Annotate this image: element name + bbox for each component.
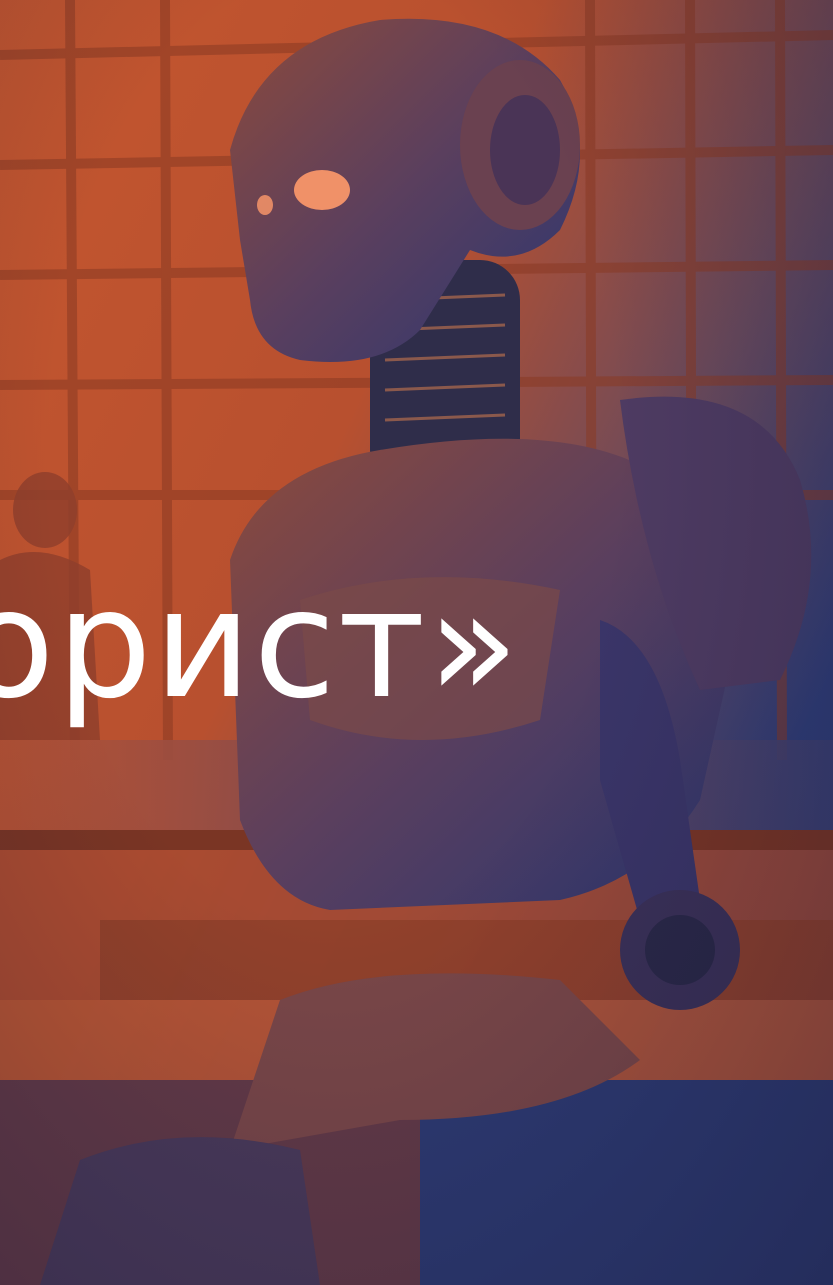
- robot-head: [230, 18, 580, 362]
- caption-text: орист»: [0, 558, 521, 732]
- poster-image: орист»: [0, 0, 833, 1285]
